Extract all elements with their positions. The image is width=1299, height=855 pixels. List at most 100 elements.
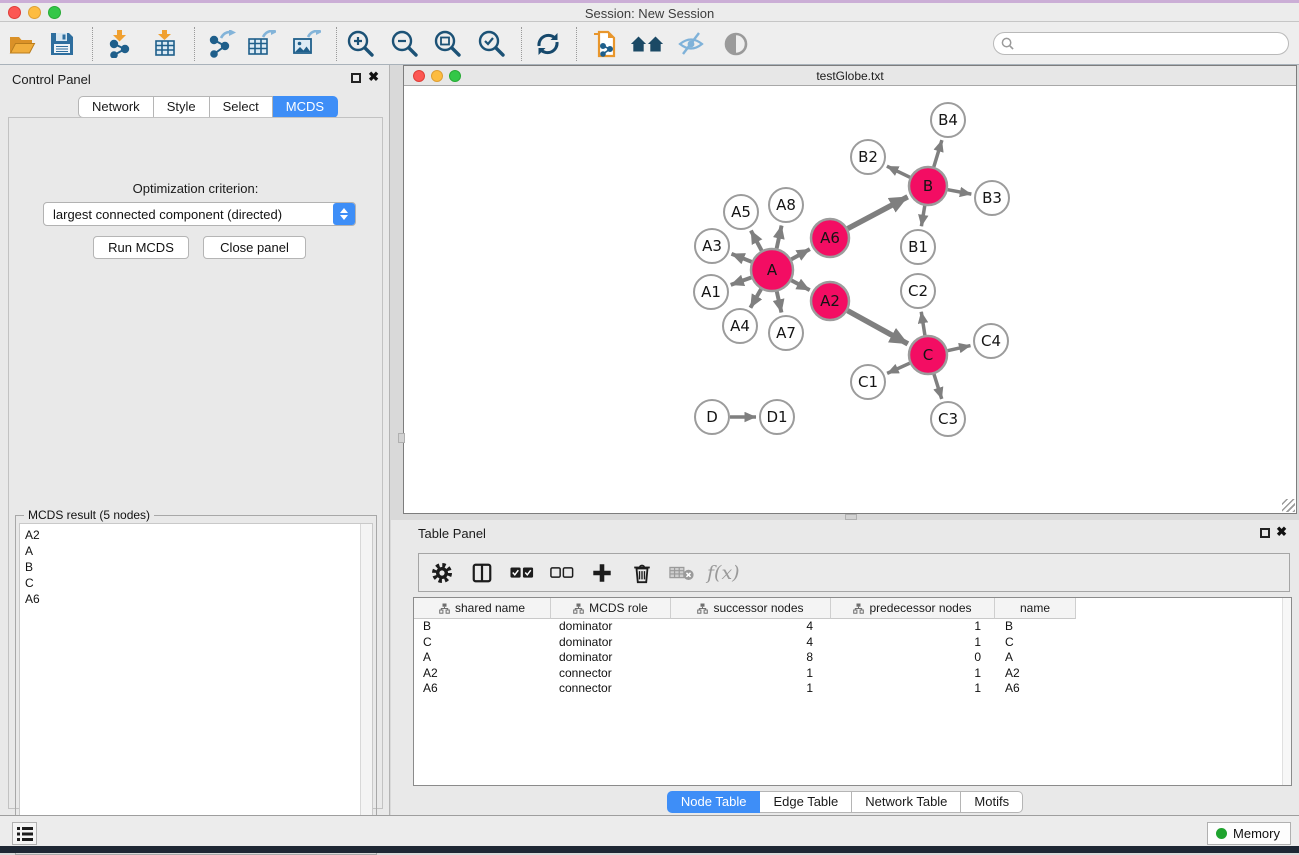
table-row[interactable]: Adominator80A [414, 650, 1291, 666]
optimization-criterion-select[interactable]: largest connected component (directed) [43, 202, 356, 226]
graph-edge-A-A2[interactable] [791, 280, 809, 290]
graph-node-label: B [923, 177, 933, 195]
select-stepper-icon [333, 203, 355, 225]
list-scrollbar[interactable] [360, 524, 372, 850]
tab-select[interactable]: Select [210, 96, 273, 118]
graph-node-label: A5 [731, 203, 751, 221]
column-header-name[interactable]: name [995, 598, 1076, 619]
graph-edge-A-A3[interactable] [731, 254, 751, 262]
zoom-out-button[interactable] [388, 28, 422, 60]
graph-edge-C-C2[interactable] [921, 312, 925, 335]
add-column-button[interactable] [589, 560, 615, 586]
zoom-selected-button[interactable] [475, 28, 509, 60]
graph-edge-A-A5[interactable] [751, 231, 762, 251]
tab-node-table[interactable]: Node Table [667, 791, 761, 813]
first-neighbors-button[interactable] [630, 28, 664, 60]
table-cell: 1 [831, 666, 995, 682]
network-graph-canvas[interactable]: A5A8A3A1A4A7AA6A2B2B4BB3B1C2CC4C1C3DD1 [404, 86, 1296, 513]
tab-network-table[interactable]: Network Table [852, 791, 961, 813]
mcds-result-title: MCDS result (5 nodes) [24, 508, 154, 522]
column-header-predecessor-nodes[interactable]: predecessor nodes [831, 598, 995, 619]
close-panel-icon[interactable]: ✖ [1276, 524, 1287, 540]
search-input[interactable] [1018, 35, 1288, 53]
table-row[interactable]: A2connector11A2 [414, 666, 1291, 682]
main-toolbar [0, 22, 1299, 65]
graph-edge-A-A6[interactable] [791, 249, 810, 259]
graph-edge-A2-C[interactable] [848, 311, 908, 344]
mcds-result-item[interactable]: A2 [25, 527, 372, 543]
memory-button[interactable]: Memory [1207, 822, 1291, 845]
delete-table-button[interactable] [669, 560, 695, 586]
checked-boxes-icon [510, 566, 534, 580]
show-columns-button[interactable] [469, 560, 495, 586]
column-header-shared-name[interactable]: shared name [414, 598, 551, 619]
export-table-button[interactable] [244, 28, 278, 60]
graph-edge-C-C3[interactable] [934, 374, 942, 399]
tab-motifs[interactable]: Motifs [961, 791, 1023, 813]
close-panel-icon[interactable]: ✖ [368, 69, 379, 85]
window-resize-grip[interactable] [1282, 499, 1295, 512]
memory-status-icon [1216, 828, 1227, 839]
mcds-result-item[interactable]: A [25, 543, 372, 559]
table-row[interactable]: Bdominator41B [414, 619, 1291, 635]
task-history-button[interactable] [12, 822, 37, 845]
status-bar: Memory [0, 815, 1299, 846]
column-header-MCDS-role[interactable]: MCDS role [551, 598, 671, 619]
graph-edge-B-B2[interactable] [887, 166, 910, 177]
table-row[interactable]: A6connector11A6 [414, 681, 1291, 697]
graph-edge-A-A7[interactable] [777, 291, 782, 312]
open-file-button[interactable] [5, 28, 39, 60]
graph-edge-B-B3[interactable] [948, 190, 972, 194]
network-view-window: testGlobe.txt A5A8A3A1A4A7AA6A2B2B4BB3B1… [403, 65, 1297, 514]
table-cell: 1 [831, 619, 995, 635]
tab-edge-table[interactable]: Edge Table [760, 791, 852, 813]
graph-edge-A6-B[interactable] [848, 197, 908, 229]
table-cell: dominator [551, 650, 671, 666]
run-mcds-button[interactable]: Run MCDS [93, 236, 189, 259]
tab-mcds[interactable]: MCDS [273, 96, 338, 118]
table-scrollbar[interactable] [1282, 598, 1291, 785]
import-network-button[interactable] [103, 28, 137, 60]
graph-node-label: C [923, 346, 933, 364]
export-image-button[interactable] [289, 28, 323, 60]
show-graphics-details-button[interactable] [719, 28, 753, 60]
network-window-titlebar[interactable]: testGlobe.txt [404, 66, 1296, 86]
graph-edge-A-A4[interactable] [750, 289, 761, 308]
import-table-button[interactable] [148, 28, 182, 60]
window-title: Session: New Session [0, 6, 1299, 21]
graph-edge-C-C1[interactable] [887, 363, 910, 373]
tab-network[interactable]: Network [78, 96, 154, 118]
select-all-button[interactable] [509, 560, 535, 586]
column-header-successor-nodes[interactable]: successor nodes [671, 598, 831, 619]
mcds-result-item[interactable]: C [25, 575, 372, 591]
tab-style[interactable]: Style [154, 96, 210, 118]
mcds-result-item[interactable]: A6 [25, 591, 372, 607]
export-network-button[interactable] [204, 28, 238, 60]
graph-node-label: A6 [820, 229, 840, 247]
float-panel-icon[interactable] [351, 73, 361, 83]
toolbar-separator [194, 27, 195, 61]
refresh-view-button[interactable] [531, 28, 565, 60]
table-cell: B [995, 619, 1076, 635]
deselect-all-button[interactable] [549, 560, 575, 586]
mcds-result-item[interactable]: B [25, 559, 372, 575]
graph-edge-B-B1[interactable] [921, 206, 924, 227]
graph-edge-B-B4[interactable] [934, 140, 942, 167]
apply-function-button[interactable]: f(x) [707, 562, 740, 584]
save-session-button[interactable] [45, 28, 79, 60]
table-tabs: Node Table Edge Table Network Table Moti… [391, 791, 1299, 813]
table-row[interactable]: Cdominator41C [414, 635, 1291, 651]
column-settings-button[interactable] [429, 560, 455, 586]
zoom-in-button[interactable] [344, 28, 378, 60]
vertical-divider-handle[interactable] [398, 433, 405, 443]
clone-network-button[interactable] [588, 28, 622, 60]
graph-edge-A-A1[interactable] [731, 277, 752, 284]
close-panel-button[interactable]: Close panel [203, 236, 306, 259]
float-panel-icon[interactable] [1260, 528, 1270, 538]
hide-selected-button[interactable] [674, 28, 708, 60]
graph-edge-C-C4[interactable] [948, 346, 971, 351]
graph-edge-A-A8[interactable] [777, 226, 782, 249]
delete-column-button[interactable] [629, 560, 655, 586]
zoom-fit-button[interactable] [431, 28, 465, 60]
desktop-strip [0, 846, 1299, 853]
